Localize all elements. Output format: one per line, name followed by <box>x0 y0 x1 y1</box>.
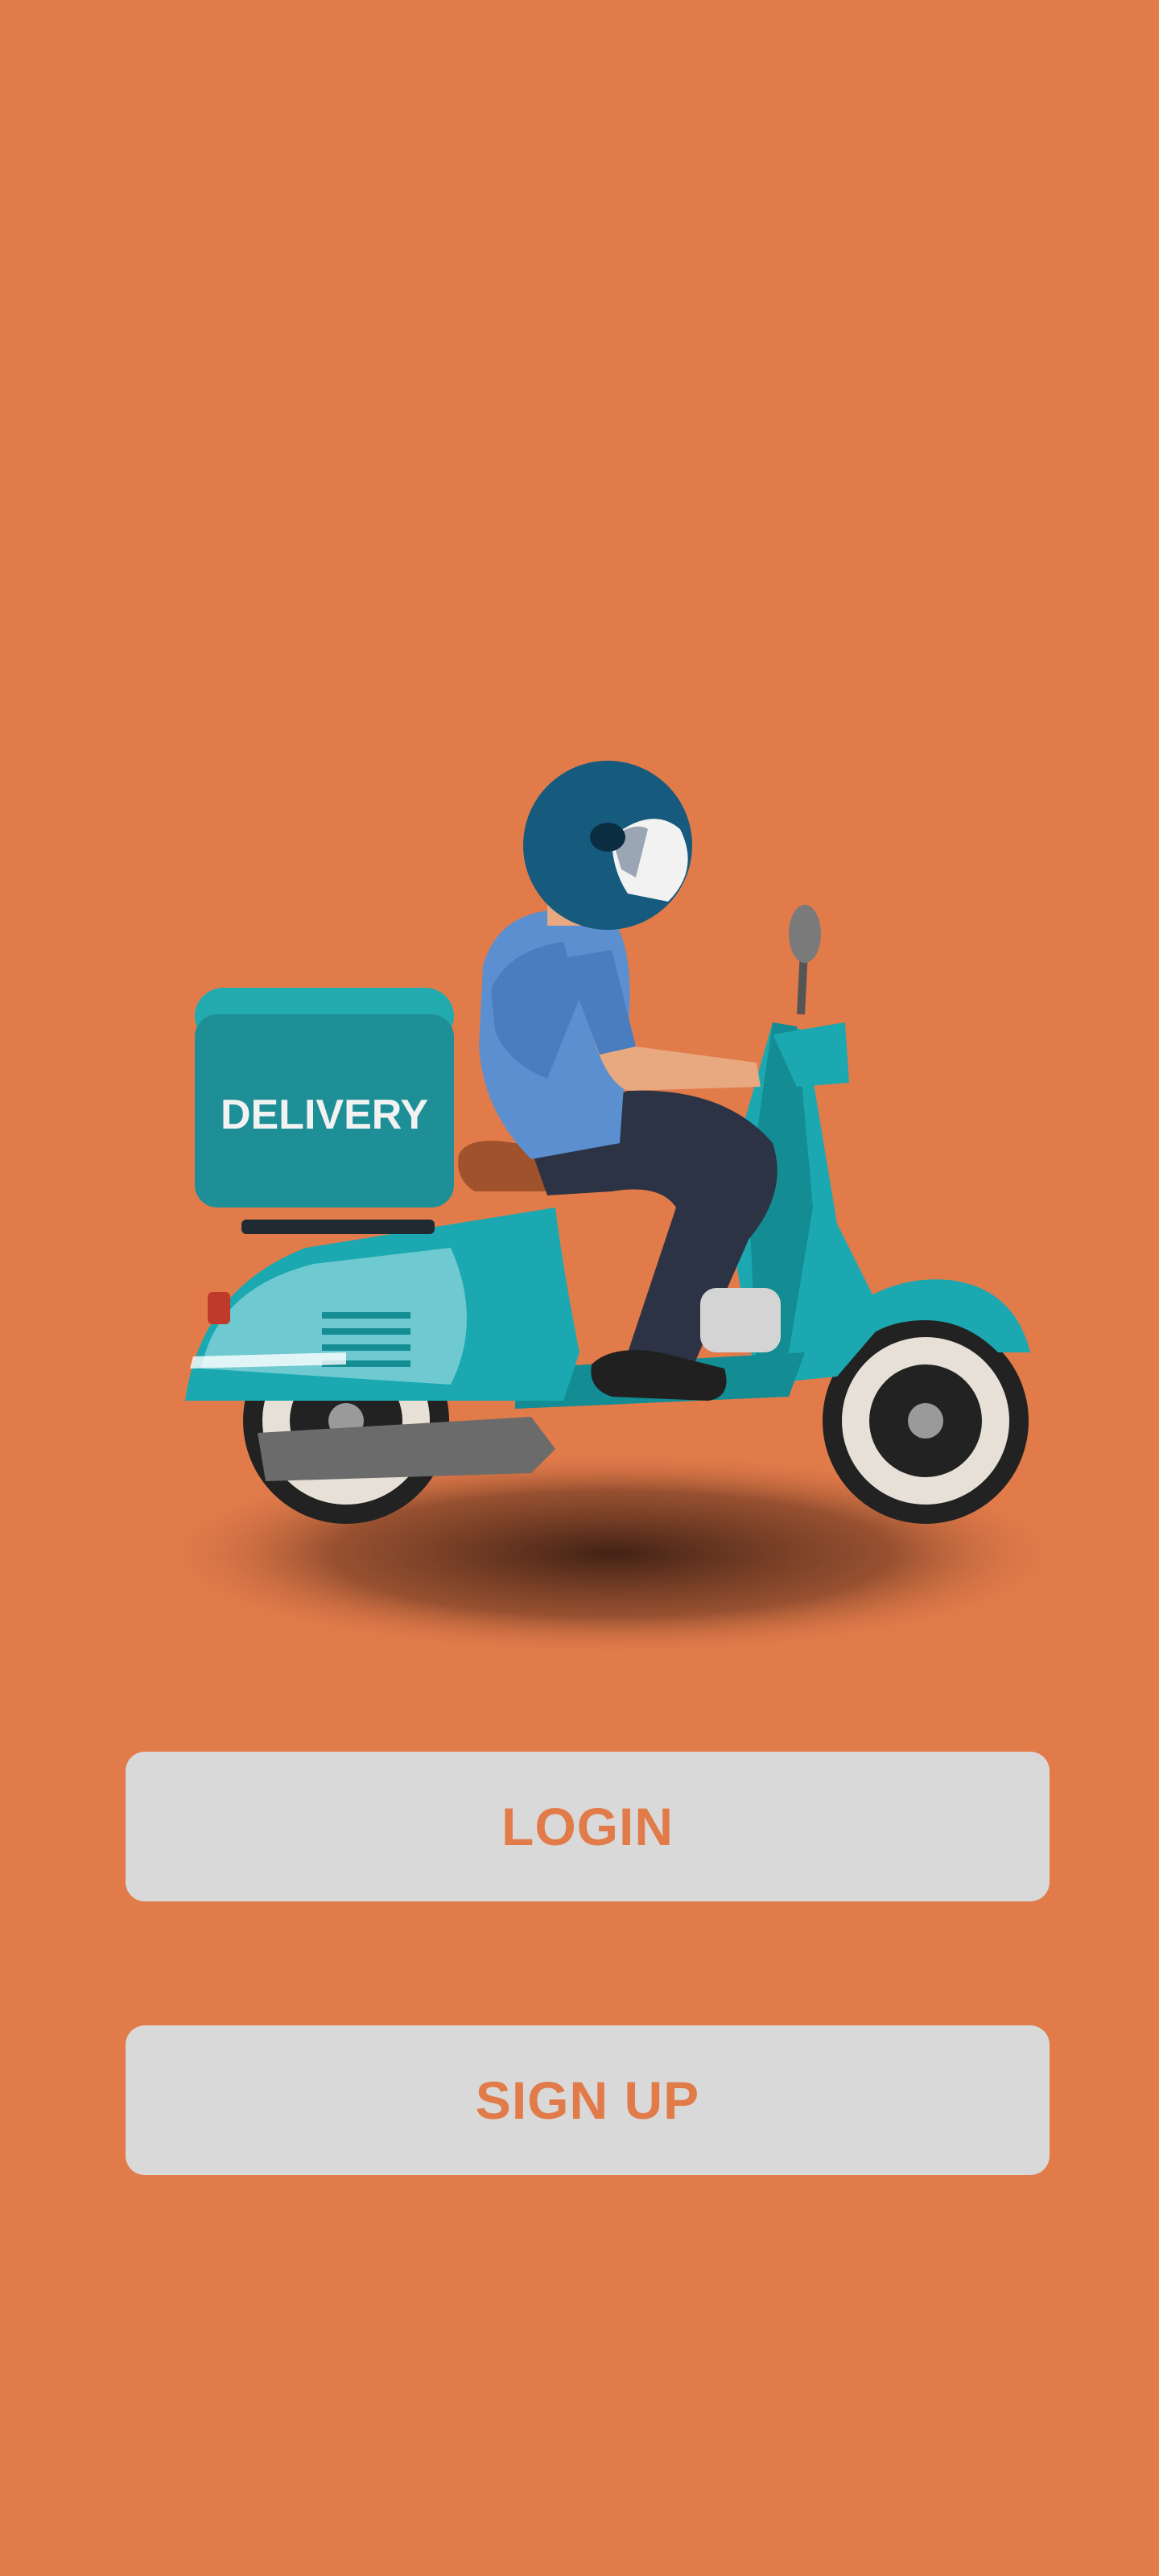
rider-helmet <box>523 761 692 930</box>
login-button[interactable]: LOGIN <box>126 1752 1050 1901</box>
delivery-box-label: DELIVERY <box>221 1092 428 1138</box>
signup-button-label: SIGN UP <box>475 2070 700 2130</box>
login-button-label: LOGIN <box>501 1797 674 1856</box>
delivery-illustration: DELIVERY <box>0 628 1159 1755</box>
signup-button[interactable]: SIGN UP <box>126 2025 1050 2175</box>
